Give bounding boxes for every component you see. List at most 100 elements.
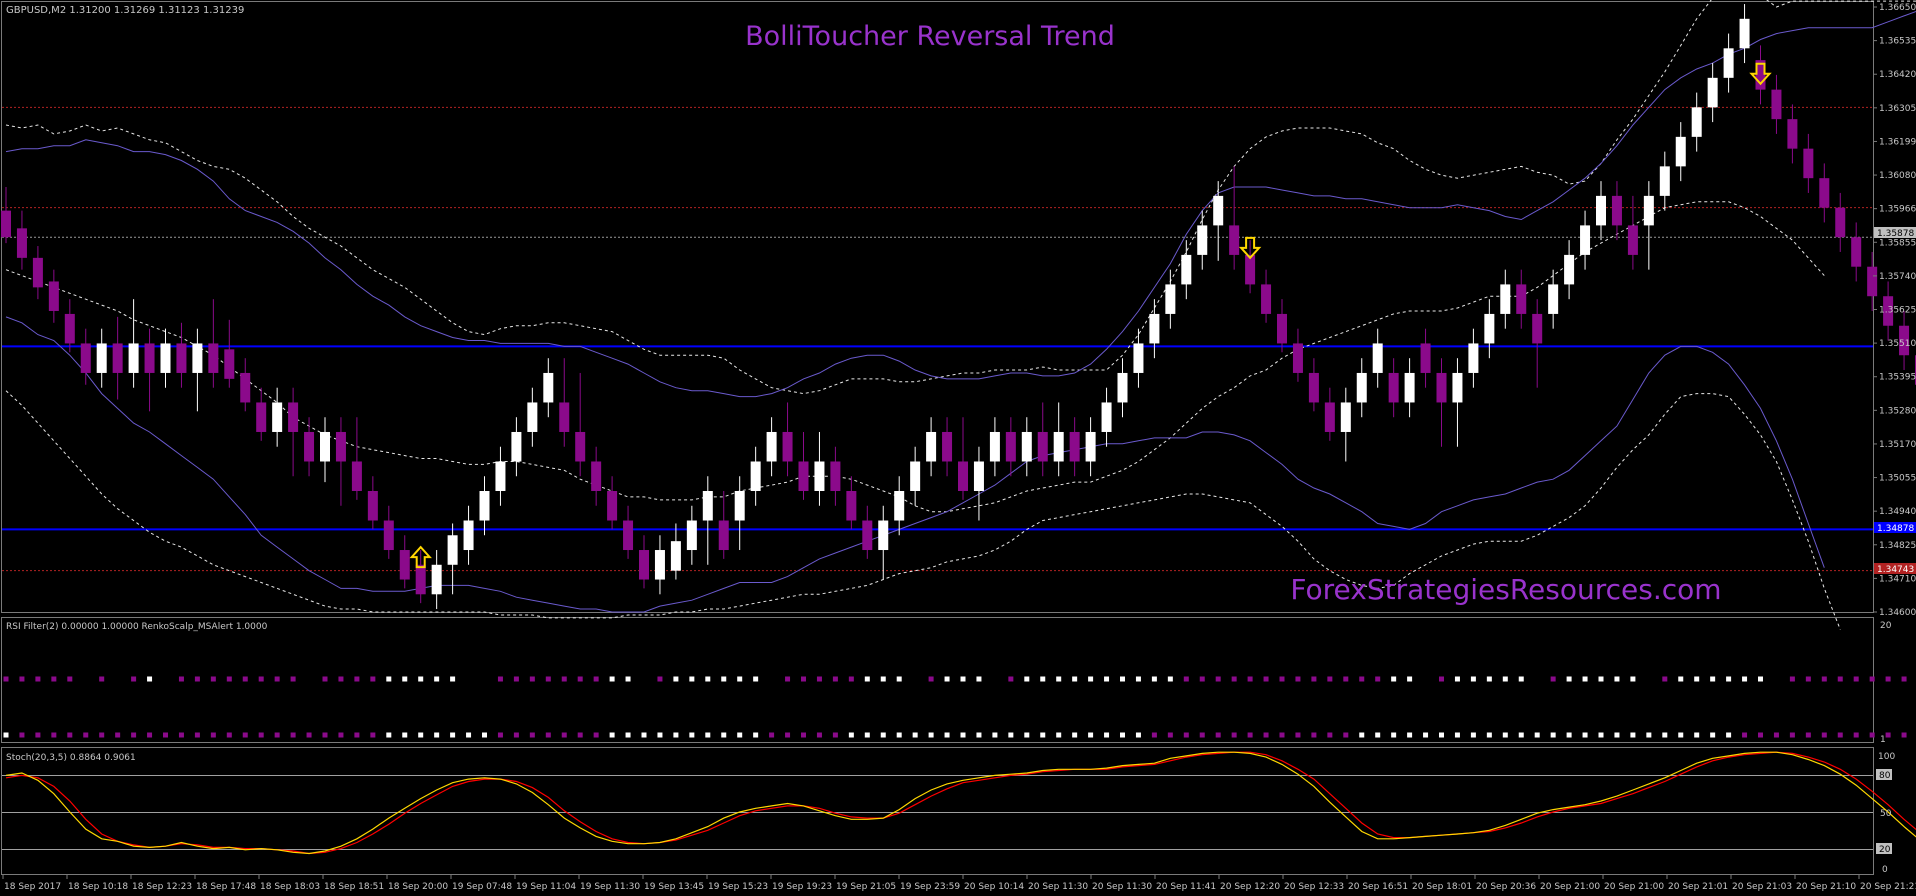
candle-body <box>288 402 299 432</box>
price-tick-label: 1.35055 <box>1879 474 1916 484</box>
time-tick-label: 20 Sep 16:51 <box>1348 882 1408 892</box>
rsi-dot <box>370 732 376 738</box>
price-tick-label: 1.35170 <box>1879 440 1916 450</box>
trading-chart[interactable]: GBPUSD,M2 1.31200 1.31269 1.31123 1.3123… <box>0 0 1916 896</box>
rsi-dot <box>1008 732 1014 738</box>
rsi-dot <box>832 732 838 738</box>
rsi-dot <box>1821 676 1827 682</box>
rsi-dot <box>1056 676 1062 682</box>
candle-body <box>351 461 362 491</box>
candle-body <box>383 520 394 551</box>
rsi-dot <box>593 676 599 682</box>
candle-body <box>1101 402 1112 432</box>
candle-body <box>64 313 75 344</box>
candle-body <box>846 491 857 521</box>
rsi-dot <box>1534 732 1540 738</box>
candle-body <box>623 520 634 551</box>
time-tick-label: 20 Sep 12:20 <box>1220 882 1280 892</box>
rsi-dot <box>147 732 153 738</box>
candle-body <box>1627 225 1638 255</box>
rsi-dot <box>3 676 9 682</box>
rsi-dot <box>816 676 822 682</box>
price-tick-label: 1.34600 <box>1879 608 1916 618</box>
rsi-dot <box>274 676 280 682</box>
rsi-dot <box>1072 732 1078 738</box>
rsi-dot <box>641 732 647 738</box>
price-tick-label: 1.35855 <box>1879 238 1916 248</box>
rsi-dot <box>131 676 137 682</box>
rsi-dot <box>1327 676 1333 682</box>
candle-body <box>1292 343 1303 373</box>
price-tick-label: 1.35395 <box>1879 373 1916 383</box>
time-tick-label: 20 Sep 20:36 <box>1476 882 1536 892</box>
candle-body <box>80 343 91 373</box>
rsi-dot <box>769 732 775 738</box>
time-tick-label: 20 Sep 21:00 <box>1540 882 1600 892</box>
red-level-label: 1.34743 <box>1877 565 1914 575</box>
candle-body <box>1 210 11 238</box>
rsi-dot <box>131 732 137 738</box>
candle-body <box>1803 148 1814 179</box>
candle-body <box>304 431 315 462</box>
rsi-dot <box>1199 676 1205 682</box>
candle-body <box>192 343 203 373</box>
time-tick-label: 19 Sep 15:23 <box>708 882 768 892</box>
rsi-dot <box>1502 676 1508 682</box>
candle-body <box>798 461 809 491</box>
rsi-dot <box>1120 676 1125 682</box>
rsi-dot <box>418 732 424 738</box>
rsi-dot <box>1885 676 1891 682</box>
rsi-dot <box>657 676 663 682</box>
candle-body <box>1468 343 1479 373</box>
rsi-dot <box>896 676 902 682</box>
candle-body <box>1053 431 1064 462</box>
candle-body <box>1037 431 1048 462</box>
rsi-dot <box>1694 732 1700 738</box>
rsi-dot <box>1120 732 1125 738</box>
rsi-dot <box>434 676 440 682</box>
rsi-dot <box>1215 732 1221 738</box>
rsi-dot <box>1167 732 1173 738</box>
rsi-dot <box>1901 676 1907 682</box>
rsi-dot <box>1279 676 1285 682</box>
candle-body <box>1420 343 1431 373</box>
candle-body <box>511 431 522 462</box>
rsi-dot <box>944 676 950 682</box>
time-tick-label: 20 Sep 10:14 <box>964 882 1024 892</box>
rsi-dot <box>1566 676 1572 682</box>
candle-body <box>782 431 793 462</box>
rsi-dot <box>290 732 296 738</box>
rsi-dot <box>848 676 854 682</box>
rsi-dot <box>1742 676 1748 682</box>
rsi-scale-top: 20 <box>1880 621 1892 631</box>
rsi-dot <box>1486 732 1492 738</box>
rsi-dot <box>1582 676 1588 682</box>
candle-body <box>1548 284 1559 314</box>
rsi-dot <box>1901 732 1907 738</box>
candle-body <box>942 431 953 462</box>
rsi-dot <box>1295 676 1301 682</box>
rsi-dot <box>163 732 168 738</box>
candle-body <box>1021 431 1032 462</box>
rsi-dot <box>115 732 121 738</box>
rsi-dot <box>1821 732 1827 738</box>
rsi-dot <box>1837 676 1843 682</box>
rsi-dot <box>689 676 695 682</box>
rsi-dot <box>944 732 950 738</box>
candle-body <box>639 550 649 580</box>
rsi-dot <box>1263 732 1269 738</box>
rsi-dot <box>1231 732 1237 738</box>
time-tick-label: 18 Sep 12:23 <box>132 882 192 892</box>
candle-body <box>431 564 442 595</box>
rsi-dot <box>737 732 743 738</box>
rsi-dot <box>1024 732 1030 738</box>
rsi-dot <box>1439 732 1444 738</box>
symbol-info: GBPUSD,M2 1.31200 1.31269 1.31123 1.3123… <box>6 5 244 16</box>
rsi-dot <box>67 732 73 738</box>
rsi-dot <box>1215 676 1221 682</box>
rsi-dot <box>561 676 567 682</box>
candle-body <box>1388 372 1399 403</box>
candle-body <box>415 564 426 595</box>
rsi-dot <box>258 732 264 738</box>
rsi-dot <box>928 732 934 738</box>
